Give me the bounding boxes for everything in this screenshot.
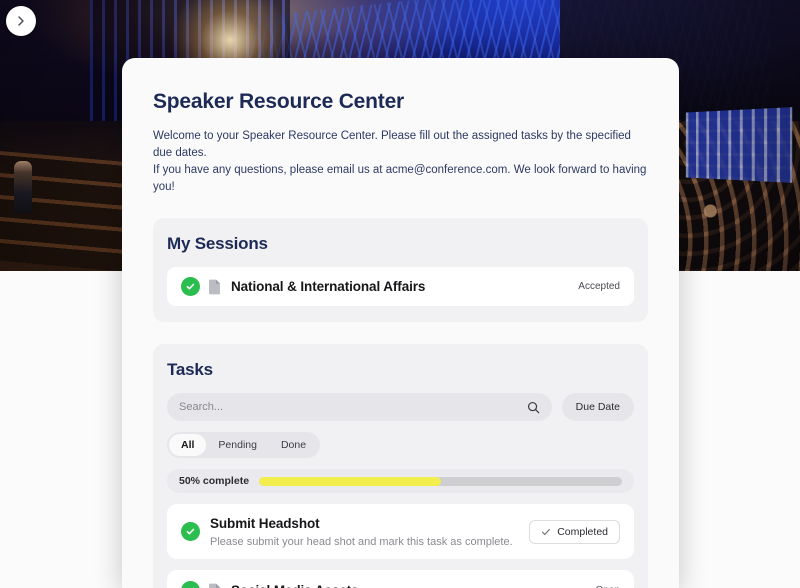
chevron-right-icon — [18, 16, 24, 26]
task-text-group: Submit Headshot Please submit your head … — [210, 515, 513, 548]
tasks-search-input[interactable] — [179, 401, 527, 413]
welcome-text: Welcome to your Speaker Resource Center.… — [153, 128, 648, 196]
filter-all[interactable]: All — [169, 434, 207, 456]
check-circle-icon — [181, 522, 200, 541]
my-sessions-title: My Sessions — [167, 234, 268, 253]
next-slide-button[interactable] — [6, 6, 36, 36]
search-icon — [527, 401, 539, 413]
task-card-social-media-assets: Social Media Assets Open All 1 Submitted… — [167, 570, 634, 588]
task-header: Social Media Assets Open — [181, 581, 620, 588]
tasks-toolbar: Due Date — [167, 393, 634, 421]
check-circle-icon — [181, 581, 200, 588]
session-status: Accepted — [578, 281, 620, 292]
welcome-line-1: Welcome to your Speaker Resource Center.… — [153, 130, 631, 159]
document-icon — [208, 279, 221, 295]
filter-pending[interactable]: Pending — [206, 434, 269, 456]
session-name: National & International Affairs — [231, 279, 426, 294]
due-date-button[interactable]: Due Date — [561, 393, 634, 421]
progress-label: 50% complete — [179, 475, 250, 487]
progress-bar: 50% complete — [167, 469, 634, 493]
task-card-submit-headshot: Submit Headshot Please submit your head … — [167, 504, 634, 559]
progress-track — [259, 476, 622, 486]
task-description: Please submit your head shot and mark th… — [210, 536, 513, 548]
task-header: Submit Headshot Please submit your head … — [181, 515, 620, 548]
task-completed-button[interactable]: Completed — [529, 519, 620, 544]
tasks-title: Tasks — [167, 360, 213, 379]
app-root: Speaker Resource Center Welcome to your … — [0, 0, 800, 588]
check-circle-icon — [181, 277, 200, 296]
tasks-panel: Tasks Due Date All Pending Done 50% comp… — [153, 344, 648, 588]
page-title: Speaker Resource Center — [153, 90, 405, 113]
tasks-search-field[interactable] — [167, 393, 552, 421]
speaker-resource-card: Speaker Resource Center Welcome to your … — [122, 58, 679, 588]
task-title: Social Media Assets — [231, 583, 359, 588]
my-sessions-panel: My Sessions National & International Aff… — [153, 218, 648, 322]
task-completed-label: Completed — [557, 525, 608, 538]
check-icon — [542, 528, 551, 535]
progress-fill — [259, 476, 441, 486]
tasks-filter-segmented: All Pending Done — [167, 432, 321, 458]
session-row[interactable]: National & International Affairs Accepte… — [167, 267, 634, 306]
welcome-line-2: If you have any questions, please email … — [153, 164, 647, 193]
task-title: Submit Headshot — [210, 516, 320, 531]
filter-done[interactable]: Done — [269, 434, 318, 456]
document-icon — [208, 583, 221, 588]
